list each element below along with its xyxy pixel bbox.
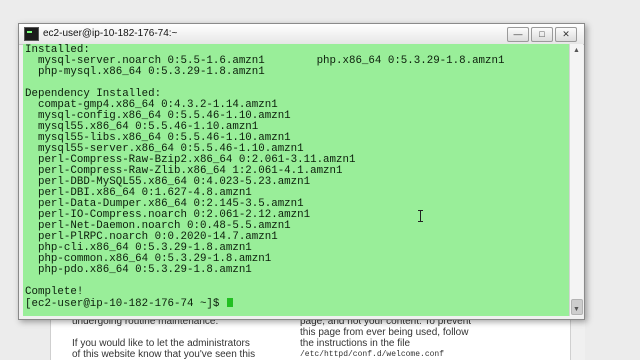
background-file-path: /etc/httpd/conf.d/welcome.conf bbox=[300, 350, 445, 359]
terminal-window[interactable]: ec2-user@ip-10-182-176-74:~ — □ ✕ Instal… bbox=[18, 23, 585, 320]
background-left-column: undergoing routine maintenance. If you w… bbox=[72, 316, 282, 360]
background-text-line bbox=[72, 327, 282, 338]
minimize-button[interactable]: — bbox=[507, 27, 529, 42]
background-scrollbar[interactable] bbox=[570, 318, 585, 360]
background-text-line: of this website know that you've seen th… bbox=[72, 349, 256, 360]
terminal-line: Complete! bbox=[25, 286, 84, 298]
background-right-column: page, and not your content. To prevent t… bbox=[300, 316, 550, 360]
terminal-line: php-mysql.x86_64 0:5.3.29-1.8.amzn1 bbox=[25, 66, 265, 78]
background-text-line: the instructions in the file bbox=[300, 338, 411, 349]
command-prompt: [ec2-user@ip-10-182-176-74 ~]$ bbox=[25, 298, 226, 310]
mouse-ibeam-cursor bbox=[418, 210, 424, 222]
close-button[interactable]: ✕ bbox=[555, 27, 577, 42]
terminal-icon[interactable] bbox=[24, 27, 39, 41]
window-title: ec2-user@ip-10-182-176-74:~ bbox=[43, 28, 178, 39]
terminal-line: php-pdo.x86_64 0:5.3.29-1.8.amzn1 bbox=[25, 264, 252, 276]
background-text-line: If you would like to let the administrat… bbox=[72, 338, 250, 349]
command-prompt-line[interactable]: [ec2-user@ip-10-182-176-74 ~]$ bbox=[25, 298, 233, 310]
scroll-down-icon[interactable]: ▼ bbox=[570, 303, 583, 316]
scroll-up-icon[interactable]: ▲ bbox=[570, 44, 583, 57]
background-text-line: this page from ever being used, follow bbox=[300, 327, 469, 338]
terminal-scrollbar[interactable]: ▲ ▼ bbox=[569, 44, 583, 316]
text-cursor bbox=[226, 298, 233, 307]
terminal-output[interactable]: Installed: mysql-server.noarch 0:5.5-1.6… bbox=[23, 44, 569, 316]
maximize-button[interactable]: □ bbox=[531, 27, 553, 42]
title-bar[interactable]: ec2-user@ip-10-182-176-74:~ — □ ✕ bbox=[19, 24, 584, 45]
